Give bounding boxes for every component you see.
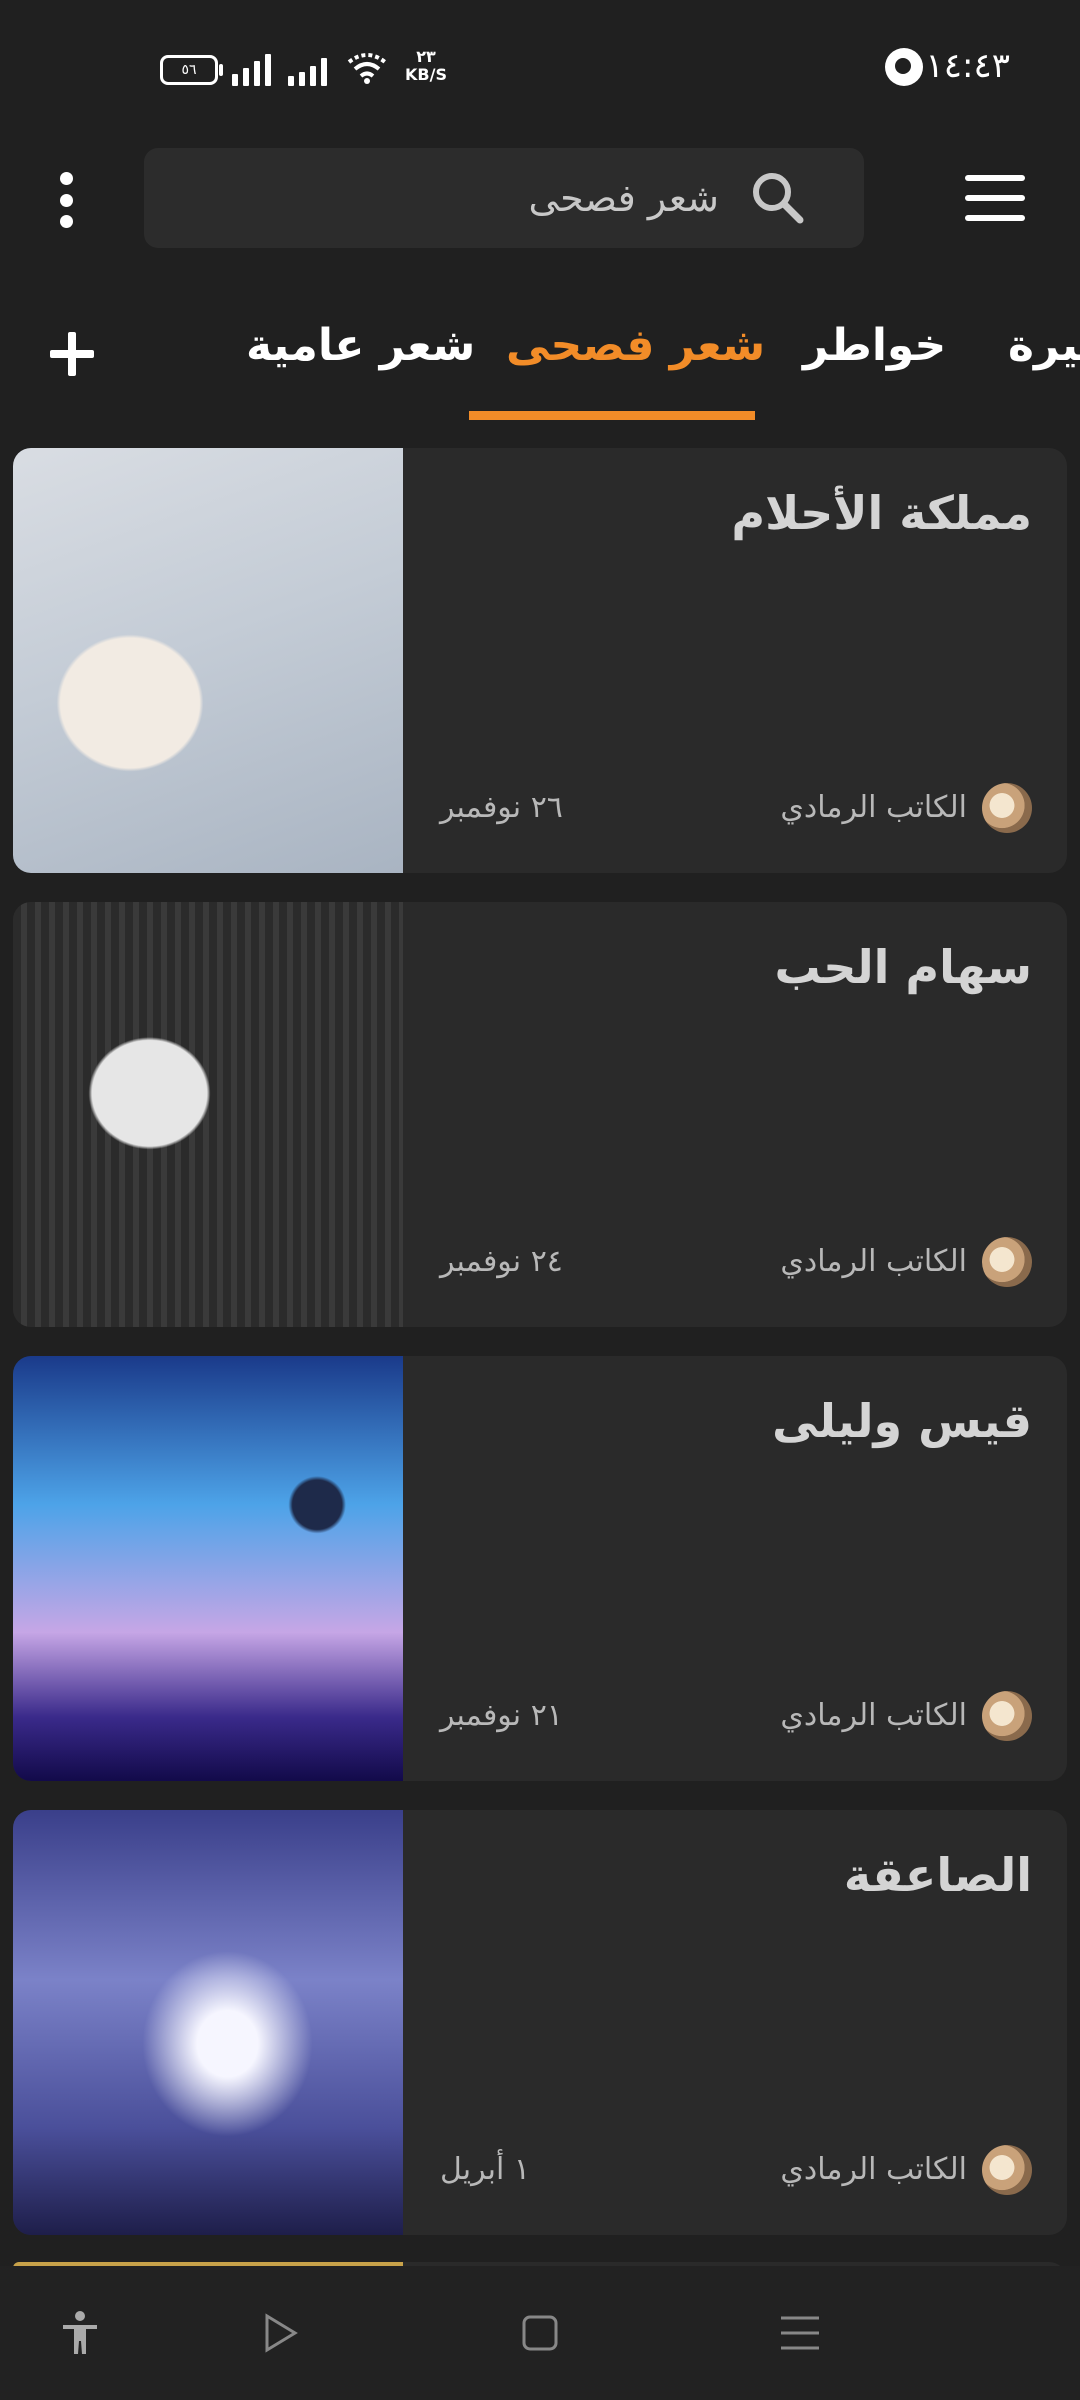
post-title: قيس وليلى [772,1394,1032,1448]
post-date: ١ أبريل [440,2152,530,2187]
post-title: سهام الحب [774,940,1033,994]
post-author: الكاتب الرمادي [780,1698,967,1733]
post-title: الصاعقة [843,1848,1032,1902]
accessibility-icon[interactable] [55,2308,105,2358]
status-bar: ٥٦ ٢٣ KB/S ١٤:٤٣ [0,0,1080,130]
category-tabs: شعر عامية شعر فصحى خواطر سيرة [0,290,1080,420]
battery-level: ٥٦ [181,62,197,78]
signal-icon [232,52,274,86]
home-icon[interactable] [515,2308,565,2358]
author-avatar [982,1237,1032,1287]
wifi-icon [347,53,387,84]
signal-icon-2 [288,52,330,86]
author-avatar [982,1691,1032,1741]
author-avatar [982,783,1032,833]
recents-icon[interactable] [775,2308,825,2358]
tab-thoughts[interactable]: خواطر [803,320,946,371]
post-card[interactable]: قيس وليلى الكاتب الرمادي ٢١ نوفمبر [13,1356,1067,1781]
search-bar[interactable]: شعر فصحى [144,148,864,248]
post-card[interactable]: الصاعقة الكاتب الرمادي ١ أبريل [13,1810,1067,2235]
post-thumbnail [13,448,403,873]
post-thumbnail [13,1810,403,2235]
post-thumbnail [13,1356,403,1781]
active-tab-indicator [469,411,755,420]
battery-icon: ٥٦ [160,55,223,85]
network-speed: ٢٣ KB/S [405,48,447,84]
post-title: مملكة الأحلام [731,486,1032,540]
clock: ١٤:٤٣ [925,46,1010,86]
post-date: ٢٤ نوفمبر [440,1244,563,1279]
more-vertical-icon [59,172,73,185]
tab-classical-poetry[interactable]: شعر فصحى [506,320,765,371]
whatsapp-icon [885,48,923,86]
tab-colloquial-poetry[interactable]: شعر عامية [246,320,475,371]
back-icon[interactable] [255,2308,305,2358]
net-speed-value: ٢٣ [416,47,436,66]
post-date: ٢١ نوفمبر [440,1698,563,1733]
post-author: الكاتب الرمادي [780,790,967,825]
hamburger-icon [965,175,1025,181]
net-speed-unit: KB/S [405,65,447,84]
more-options-button[interactable] [52,172,80,228]
system-nav-bar [0,2266,1080,2400]
plus-icon[interactable] [50,332,94,376]
post-card[interactable]: سهام الحب الكاتب الرمادي ٢٤ نوفمبر [13,902,1067,1327]
author-avatar [982,2145,1032,2195]
post-card[interactable]: مملكة الأحلام الكاتب الرمادي ٢٦ نوفمبر [13,448,1067,873]
search-icon[interactable] [750,170,804,224]
post-author: الكاتب الرمادي [780,1244,967,1279]
tab-biography[interactable]: سيرة [1008,320,1080,371]
search-input[interactable]: شعر فصحى [528,176,719,220]
post-date: ٢٦ نوفمبر [440,790,563,825]
post-author: الكاتب الرمادي [780,2152,967,2187]
post-thumbnail [13,902,403,1327]
hamburger-menu-button[interactable] [965,175,1025,221]
